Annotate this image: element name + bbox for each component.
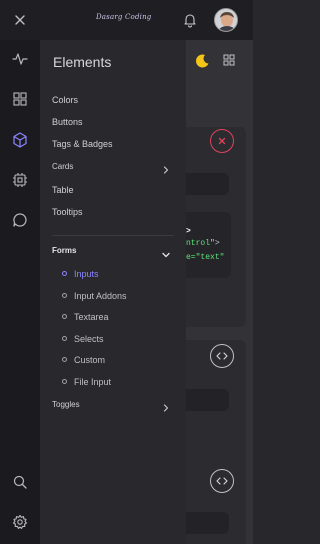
bullet-icon [62,293,67,299]
main-content: > ntrol"> e="text" [186,40,253,544]
top-bar: Dasarg Coding [0,0,253,40]
bell-icon[interactable] [181,11,199,29]
submenu-item-textarea[interactable]: Textarea [62,312,109,322]
code-line: ntrol"> [186,239,220,248]
gear-icon[interactable] [11,513,29,531]
code-toggle-button[interactable] [210,469,234,493]
bullet-icon [62,314,67,320]
brand-logo[interactable]: Dasarg Coding [96,13,151,21]
bullet-icon [62,357,67,363]
close-circle-button[interactable] [210,129,234,153]
chat-icon[interactable] [11,211,29,229]
input-preview[interactable] [186,173,229,195]
input-preview[interactable] [186,512,229,534]
menu-item-toggles[interactable]: Toggles [52,400,80,409]
code-line: > [186,227,191,236]
icon-rail [0,40,40,544]
chip-icon[interactable] [11,171,29,189]
chevron-down-icon[interactable] [161,247,171,258]
moon-icon[interactable] [194,53,210,69]
menu-item-tags-badges[interactable]: Tags & Badges [52,139,113,149]
menu-item-cards[interactable]: Cards [52,162,73,171]
avatar[interactable] [214,8,238,32]
input-preview[interactable] [186,389,229,411]
bullet-icon [62,379,67,385]
apps-grid-icon[interactable] [222,53,236,67]
submenu-label: Selects [74,334,104,344]
submenu-item-custom[interactable]: Custom [62,355,105,365]
code-toggle-button[interactable] [210,344,234,368]
activity-icon[interactable] [11,50,29,68]
submenu-label: Textarea [74,312,109,322]
menu-item-table[interactable]: Table [52,185,74,195]
code-token: e= [186,253,196,262]
submenu-label: Custom [74,355,106,365]
submenu-item-input-addons[interactable]: Input Addons [62,291,127,301]
submenu-item-inputs[interactable]: Inputs [62,269,99,279]
code-line: e="text" [186,253,224,262]
bullet-icon [62,271,67,277]
chevron-right-icon[interactable] [161,162,171,174]
cube-icon[interactable] [11,131,29,149]
submenu-label: Input Addons [74,291,127,301]
grid-icon[interactable] [11,90,29,108]
elements-menu: Elements Colors Buttons Tags & Badges Ca… [40,40,186,544]
submenu-label: File Input [74,377,112,387]
menu-item-tooltips[interactable]: Tooltips [52,207,83,217]
menu-title: Elements [53,54,112,70]
submenu-item-file-input[interactable]: File Input [62,377,111,387]
menu-item-buttons[interactable]: Buttons [52,117,83,127]
code-token: "> [210,239,220,248]
code-token: "text" [195,253,225,262]
menu-item-colors[interactable]: Colors [52,95,78,105]
bullet-icon [62,336,67,342]
submenu-item-selects[interactable]: Selects [62,334,104,344]
close-icon[interactable] [11,11,29,29]
search-icon[interactable] [11,473,29,491]
code-block: > ntrol"> e="text" [186,212,231,278]
code-token: ntrol [186,239,211,248]
menu-item-forms[interactable]: Forms [52,246,76,255]
submenu-label: Inputs [74,269,99,279]
chevron-right-icon[interactable] [161,400,171,412]
menu-divider [52,235,174,236]
